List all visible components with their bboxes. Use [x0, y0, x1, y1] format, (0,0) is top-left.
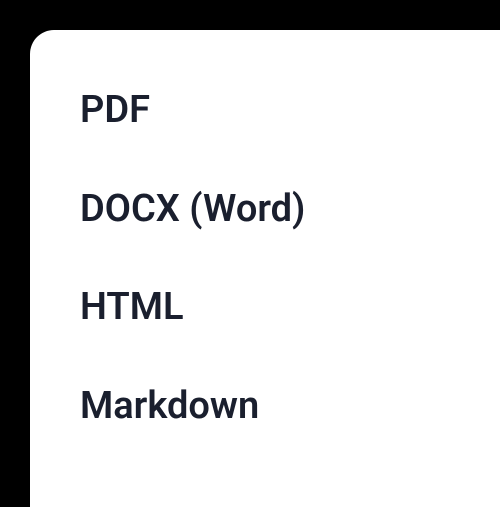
menu-item-label: DOCX (Word)	[80, 187, 305, 231]
menu-item-docx[interactable]: DOCX (Word)	[80, 187, 450, 233]
menu-item-pdf[interactable]: PDF	[80, 88, 450, 134]
export-format-menu: PDF DOCX (Word) HTML Markdown	[30, 30, 500, 507]
menu-item-label: PDF	[80, 88, 150, 132]
menu-item-label: Markdown	[80, 384, 259, 428]
menu-item-label: HTML	[80, 285, 184, 329]
menu-item-html[interactable]: HTML	[80, 285, 450, 331]
menu-item-markdown[interactable]: Markdown	[80, 384, 450, 430]
